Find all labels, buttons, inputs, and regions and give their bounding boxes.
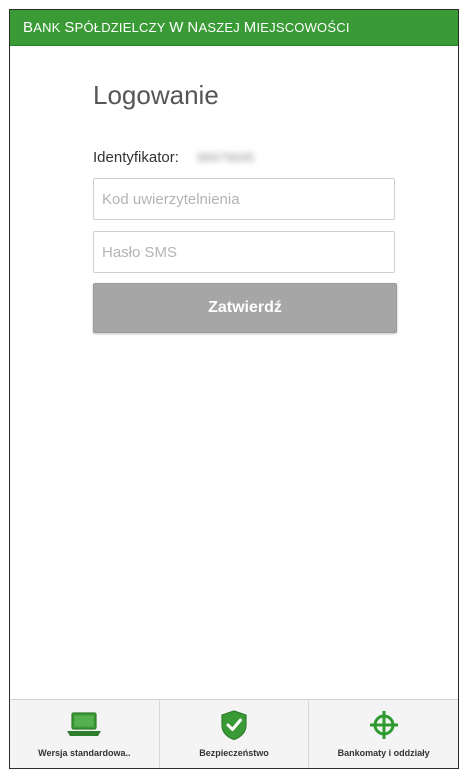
nav-label: Bankomaty i oddziały xyxy=(337,748,430,758)
nav-security[interactable]: Bezpieczeństwo xyxy=(160,700,310,768)
bank-name: BANK SPÓŁDZIELCZY W NASZEJ MIEJSCOWOŚCI xyxy=(23,19,350,36)
shield-check-icon xyxy=(219,710,249,741)
app-frame: BANK SPÓŁDZIELCZY W NASZEJ MIEJSCOWOŚCI … xyxy=(9,9,459,769)
bottom-nav: Wersja standardowa.. Bezpieczeństwo Bank… xyxy=(10,699,458,768)
laptop-icon xyxy=(64,710,104,740)
identifier-label: Identyfikator: xyxy=(93,148,179,166)
nav-label: Bezpieczeństwo xyxy=(199,748,269,758)
submit-button[interactable]: Zatwierdź xyxy=(93,283,397,333)
sms-password-input[interactable] xyxy=(93,231,395,273)
identifier-value: 98979695 xyxy=(196,149,255,165)
auth-code-input[interactable] xyxy=(93,178,395,220)
page-title: Logowanie xyxy=(93,80,219,110)
login-panel: Logowanie Identyfikator: 98979695 Zatwie… xyxy=(93,46,397,333)
bank-header: BANK SPÓŁDZIELCZY W NASZEJ MIEJSCOWOŚCI xyxy=(10,10,458,46)
nav-standard-version[interactable]: Wersja standardowa.. xyxy=(10,700,160,768)
identifier-row: Identyfikator: 98979695 xyxy=(93,146,395,168)
crosshair-icon xyxy=(369,710,399,740)
nav-atms-branches[interactable]: Bankomaty i oddziały xyxy=(309,700,458,768)
nav-label: Wersja standardowa.. xyxy=(38,748,131,758)
